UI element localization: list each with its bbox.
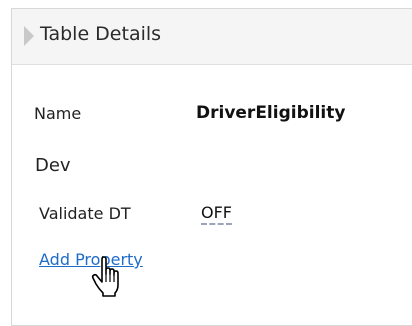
table-details-panel: Table Details Name DriverEligibility Dev… <box>11 8 412 326</box>
collapse-arrow-icon[interactable] <box>24 26 34 46</box>
name-value: DriverEligibility <box>196 103 346 123</box>
validate-dt-label: Validate DT <box>39 204 131 223</box>
panel-title: Table Details <box>40 23 162 45</box>
name-label: Name <box>34 104 82 123</box>
hand-pointer-cursor-icon <box>91 256 119 297</box>
panel-header[interactable]: Table Details <box>12 9 412 65</box>
validate-dt-toggle[interactable]: OFF <box>201 204 232 225</box>
group-label: Dev <box>35 155 71 176</box>
